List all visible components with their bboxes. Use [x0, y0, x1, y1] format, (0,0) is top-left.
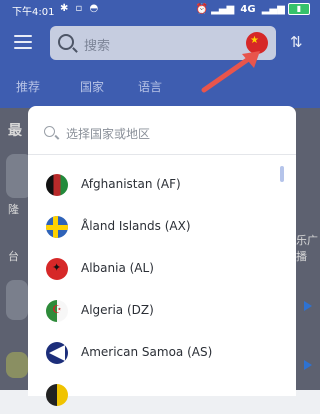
bg-section-title: 最 — [8, 123, 22, 139]
status-bar: 下午4:01 ✱ ▫ ◓ ⏰ ▂▄▆ 4G ▂▄▆ ▮ — [0, 0, 320, 20]
play-icon — [304, 360, 312, 370]
partial-flag-icon — [46, 384, 68, 406]
notification-icons: ✱ ▫ ◓ — [60, 3, 101, 14]
search-icon — [44, 126, 55, 137]
country-search-placeholder: 选择国家或地区 — [66, 127, 151, 141]
bg-thumbnail — [6, 280, 28, 320]
country-label: Albania (AL) — [81, 261, 154, 275]
sort-icon[interactable]: ⇅ — [290, 33, 308, 51]
search-icon — [58, 34, 74, 50]
bg-snippet-2: 台 — [8, 250, 19, 263]
battery-icon: ▮ — [288, 3, 310, 15]
country-label: Afghanistan (AF) — [81, 177, 181, 191]
country-item-al[interactable]: Albania (AL) — [44, 254, 280, 288]
country-picker-dialog: 选择国家或地区 Afghanistan (AF) Åland Islands (… — [28, 106, 296, 406]
system-icons: ⏰ ▂▄▆ 4G ▂▄▆ ▮ — [196, 3, 310, 15]
country-item-af[interactable]: Afghanistan (AF) — [44, 170, 280, 204]
search-placeholder: 搜索 — [84, 39, 111, 54]
american-samoa-flag-icon — [46, 342, 68, 364]
app-header: 搜索 ⇅ — [0, 20, 320, 66]
menu-icon[interactable] — [14, 35, 32, 49]
category-tabs: 推荐 国家 语言 — [0, 66, 320, 108]
algeria-flag-icon — [46, 300, 68, 322]
country-label: Algeria (DZ) — [81, 303, 154, 317]
bg-thumbnail — [6, 352, 28, 378]
status-time: 下午4:01 — [12, 7, 55, 18]
play-icon — [304, 301, 312, 311]
albania-flag-icon — [46, 258, 68, 280]
annotation-arrow-icon — [201, 51, 260, 93]
tab-language[interactable]: 语言 — [138, 78, 162, 95]
bg-snippet-3: 乐广播 — [296, 234, 318, 263]
divider — [28, 154, 296, 155]
scrollbar[interactable] — [280, 166, 284, 182]
network-type: 4G — [240, 4, 256, 15]
afghanistan-flag-icon — [46, 174, 68, 196]
aland-islands-flag-icon — [46, 216, 68, 238]
tab-country[interactable]: 国家 — [80, 78, 104, 95]
country-search-input[interactable]: 选择国家或地区 — [42, 120, 282, 148]
country-item-ax[interactable]: Åland Islands (AX) — [44, 212, 280, 246]
country-item-next[interactable] — [44, 380, 280, 414]
country-item-dz[interactable]: Algeria (DZ) — [44, 296, 280, 330]
country-label: Åland Islands (AX) — [81, 219, 191, 233]
country-label: American Samoa (AS) — [81, 345, 213, 359]
tab-recommend[interactable]: 推荐 — [16, 78, 40, 95]
country-item-as[interactable]: American Samoa (AS) — [44, 338, 280, 372]
bg-snippet-1: 隆 — [8, 203, 19, 216]
